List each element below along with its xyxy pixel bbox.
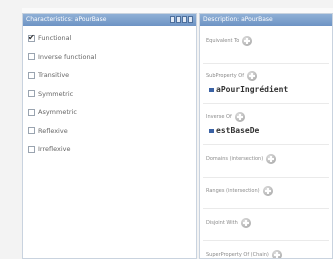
checkbox[interactable]	[28, 33, 35, 42]
restore-icon[interactable]	[176, 16, 181, 23]
add-circle-icon[interactable]	[271, 250, 282, 258]
divider	[203, 208, 329, 209]
inverse-entry[interactable]: estBaseDe	[206, 126, 332, 135]
add-circle-icon[interactable]	[262, 186, 273, 196]
checkbox[interactable]	[28, 53, 35, 61]
section-ranges: Ranges (intersection)	[200, 186, 332, 208]
checkbox[interactable]	[28, 127, 35, 135]
divider	[203, 144, 329, 145]
section-disjoint-with: Disjoint With	[200, 218, 332, 240]
pin-icon[interactable]	[170, 16, 175, 23]
subproperty-entry[interactable]: aPourIngrédient	[206, 85, 332, 94]
description-header: Description: aPourBase	[200, 14, 332, 26]
characteristic-transitive[interactable]: Transitive	[23, 66, 196, 85]
characteristic-asymmetric[interactable]: Asymmetric	[23, 103, 196, 122]
characteristic-label: Reflexive	[38, 126, 68, 135]
description-title: Description: aPourBase	[203, 16, 273, 23]
section-label: Domains (intersection)	[206, 156, 264, 162]
characteristic-irreflexive[interactable]: Irreflexive	[23, 140, 196, 159]
object-property-icon	[209, 128, 214, 133]
entity-name: estBaseDe	[216, 126, 260, 135]
characteristic-label: Inverse functional	[38, 52, 97, 61]
section-label: SubProperty Of	[206, 73, 244, 79]
add-circle-icon[interactable]	[266, 154, 277, 164]
divider	[203, 177, 329, 178]
divider	[203, 103, 329, 104]
checkbox[interactable]	[28, 145, 35, 153]
section-label: SuperProperty Of (Chain)	[206, 252, 269, 258]
add-circle-icon[interactable]	[242, 36, 253, 46]
characteristic-functional[interactable]: Functional	[23, 29, 196, 48]
maximize-icon[interactable]	[182, 16, 187, 23]
divider	[203, 63, 329, 64]
characteristic-reflexive[interactable]: Reflexive	[23, 122, 196, 141]
section-label: Equivalent To	[206, 38, 240, 44]
divider	[203, 240, 329, 241]
object-property-icon	[209, 87, 214, 92]
characteristic-inverse-functional[interactable]: Inverse functional	[23, 48, 196, 67]
add-circle-icon[interactable]	[234, 112, 245, 122]
characteristics-list: Functional Inverse functional Transitive…	[23, 26, 196, 159]
description-panel: Description: aPourBase Equivalent To Sub…	[199, 13, 333, 259]
characteristic-label: Symmetric	[38, 89, 74, 98]
characteristic-label: Functional	[38, 34, 72, 43]
characteristics-panel: Characteristics: aPourBase Functional In…	[22, 13, 197, 259]
characteristics-title: Characteristics: aPourBase	[26, 16, 107, 23]
header-tools	[170, 16, 193, 23]
characteristic-label: Irreflexive	[38, 145, 71, 154]
section-label: Ranges (intersection)	[206, 188, 260, 194]
section-superproperty-chain: SuperProperty Of (Chain)	[200, 250, 332, 258]
section-label: Disjoint With	[206, 220, 238, 226]
section-subproperty-of: SubProperty Of aPourIngrédient	[200, 71, 332, 103]
characteristic-label: Transitive	[38, 71, 70, 80]
add-circle-icon[interactable]	[240, 218, 251, 228]
section-equivalent-to: Equivalent To	[200, 36, 332, 63]
section-inverse-of: Inverse Of estBaseDe	[200, 112, 332, 144]
characteristic-symmetric[interactable]: Symmetric	[23, 85, 196, 104]
checkbox[interactable]	[28, 108, 35, 116]
section-domains: Domains (intersection)	[200, 154, 332, 177]
characteristic-label: Asymmetric	[38, 108, 77, 117]
add-circle-icon[interactable]	[246, 71, 257, 81]
characteristics-header: Characteristics: aPourBase	[23, 14, 196, 26]
checkbox[interactable]	[28, 71, 35, 79]
entity-name: aPourIngrédient	[216, 85, 289, 94]
close-icon[interactable]	[188, 16, 193, 23]
checkbox[interactable]	[28, 90, 35, 98]
section-label: Inverse Of	[206, 114, 232, 120]
